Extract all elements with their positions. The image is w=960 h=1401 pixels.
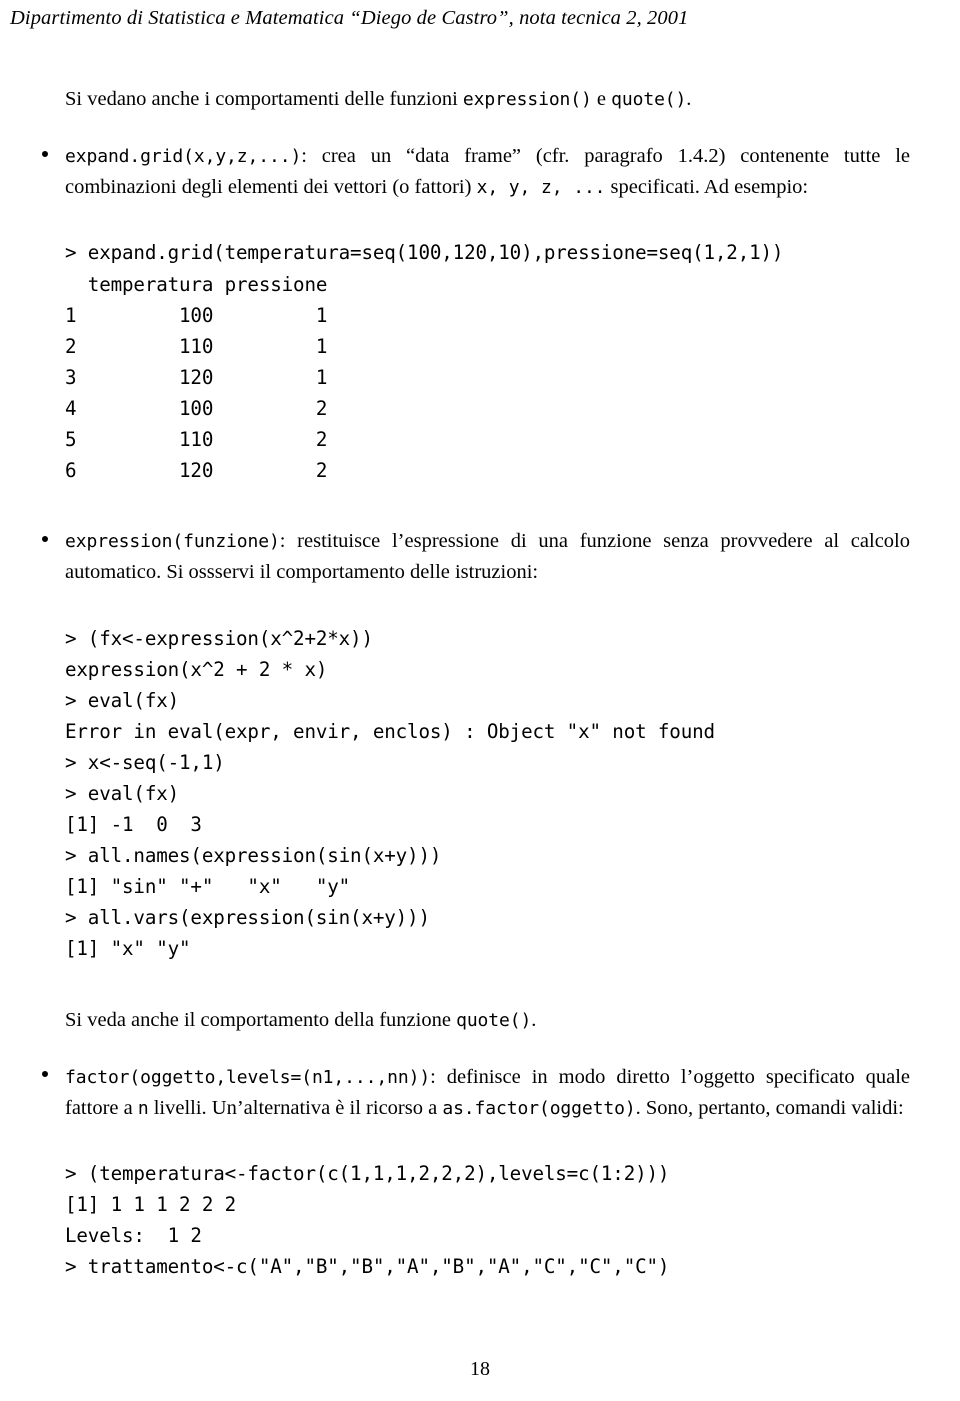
inline-code-as-factor: as.factor(oggetto)	[442, 1097, 636, 1119]
list-item-body-tail: specificati. Ad esempio:	[605, 176, 809, 199]
inline-code-quote: quote()	[611, 89, 687, 110]
inline-code-factor: factor(oggetto,levels=(n1,...,nn))	[65, 1066, 431, 1088]
bullet-dot-icon	[42, 1071, 48, 1078]
document-page: Dipartimento di Statistica e Matematica …	[0, 0, 960, 1401]
inline-code-expression: expression()	[462, 89, 592, 110]
code-block-expression: > (fx<-expression(x^2+2*x)) expression(x…	[65, 626, 715, 961]
quote-paragraph: Si veda anche il comportamento della fun…	[65, 1005, 910, 1036]
intro-paragraph: Si vedano anche i comportamenti delle fu…	[65, 84, 910, 115]
inline-code-quote-2: quote()	[456, 1009, 532, 1031]
inline-code-expression-funzione: expression(funzione)	[65, 531, 280, 553]
intro-text-post: .	[686, 88, 692, 110]
inline-code-expand-grid: expand.grid(x,y,z,...)	[65, 146, 302, 168]
text-column: Si vedano anche i comportamenti delle fu…	[42, 84, 910, 1282]
list-item-expand-grid: expand.grid(x,y,z,...): crea un “data fr…	[42, 141, 910, 203]
quote-text-post: .	[531, 1008, 537, 1031]
quote-text-pre: Si veda anche il comportamento della fun…	[65, 1008, 457, 1031]
list-item-text: expression(funzione): restituisce l’espr…	[65, 526, 910, 588]
intro-text-mid: e	[591, 88, 612, 110]
list-item-factor: factor(oggetto,levels=(n1,...,nn)): defi…	[42, 1062, 910, 1124]
inline-code-vars: x, y, z, ...	[476, 177, 606, 199]
list-item-body-text-3: . Sono, pertanto, comandi validi:	[635, 1096, 904, 1119]
bullet-dot-icon	[42, 535, 48, 542]
code-block-factor: > (temperatura<-factor(c(1,1,1,2,2,2),le…	[65, 1162, 670, 1279]
list-item-text: factor(oggetto,levels=(n1,...,nn)): defi…	[65, 1062, 910, 1124]
intro-text-pre: Si vedano anche i comportamenti delle fu…	[65, 88, 463, 110]
code-block-expand-grid: > expand.grid(temperatura=seq(100,120,10…	[65, 241, 784, 483]
bullet-dot-icon	[42, 150, 48, 157]
running-head: Dipartimento di Statistica e Matematica …	[10, 7, 689, 29]
list-item-body-text-2: livelli. Un’alternativa è il ricorso a	[148, 1096, 443, 1119]
list-item-expression: expression(funzione): restituisce l’espr…	[42, 526, 910, 588]
page-number: 18	[470, 1358, 490, 1380]
inline-code-n: n	[137, 1097, 149, 1119]
list-item-text: expand.grid(x,y,z,...): crea un “data fr…	[65, 141, 910, 203]
